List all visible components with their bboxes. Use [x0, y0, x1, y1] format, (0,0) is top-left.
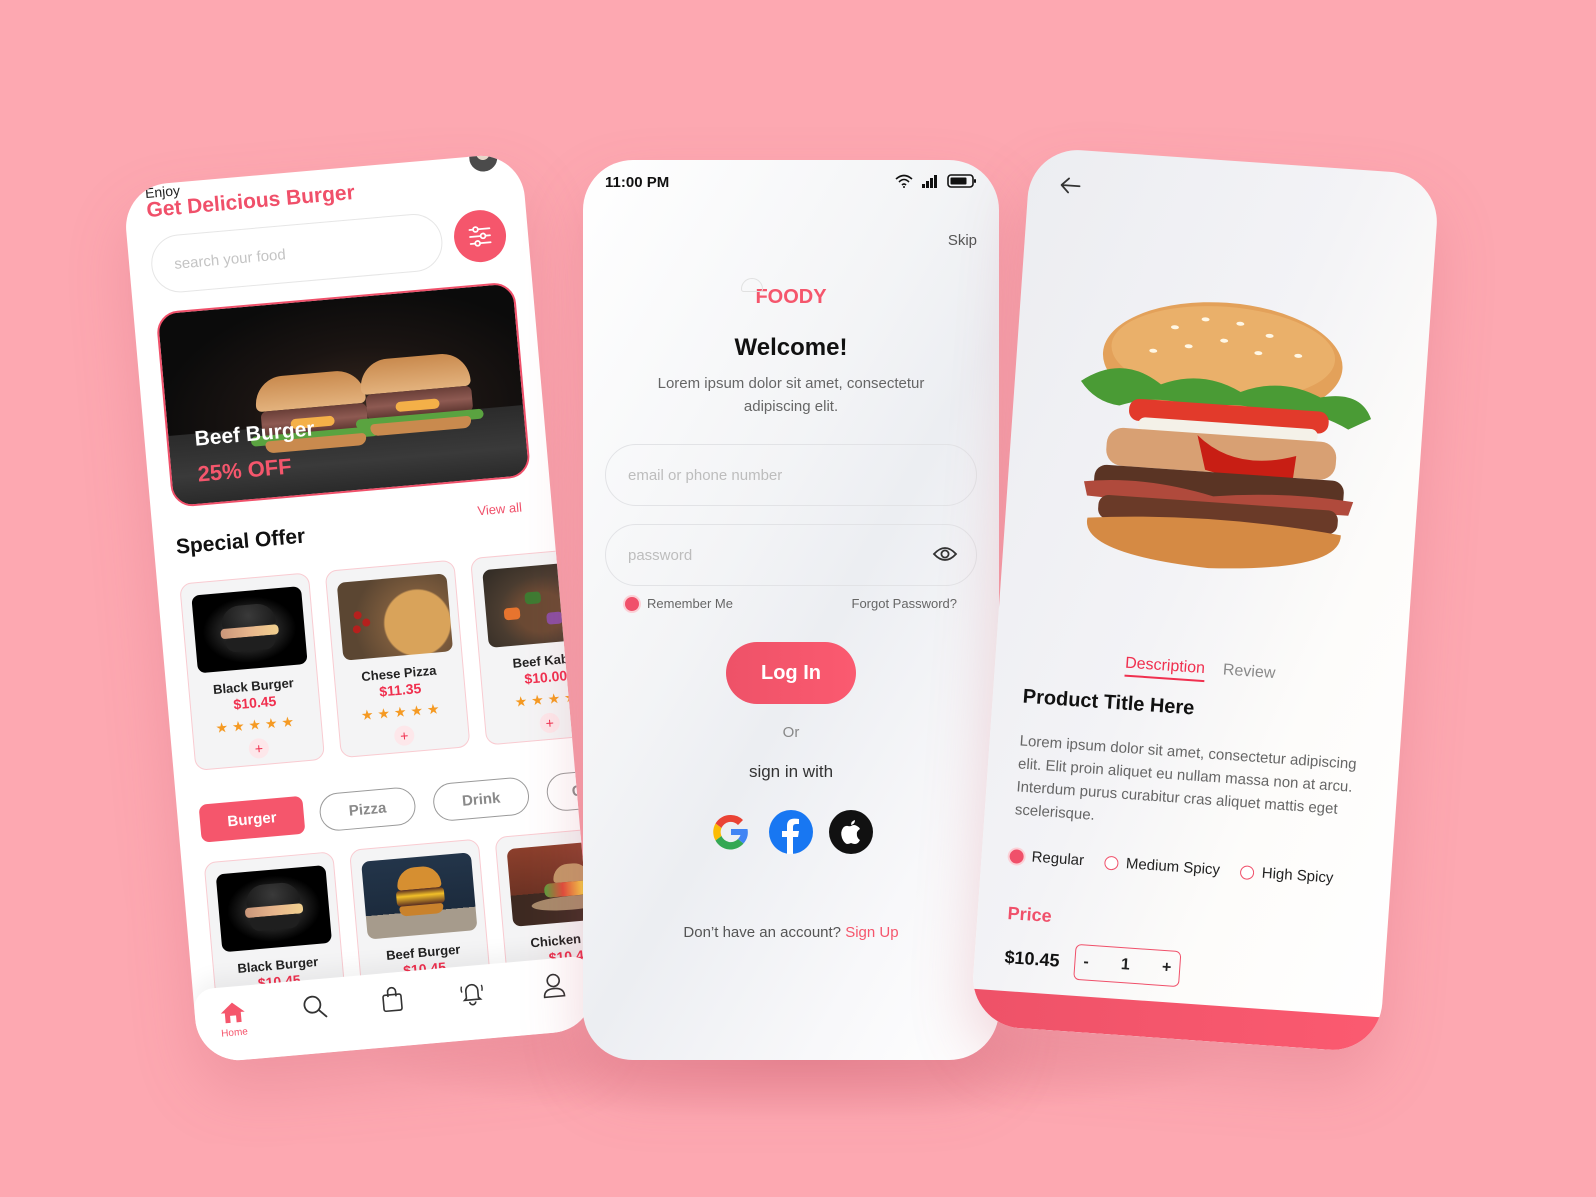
password-placeholder: password: [628, 546, 693, 564]
price-label: Price: [1006, 903, 1053, 927]
promo-banner[interactable]: Beef Burger 25% OFF: [155, 281, 532, 508]
nav-notifications[interactable]: [451, 978, 494, 1012]
status-icons: [895, 174, 977, 188]
view-all-link[interactable]: View all: [477, 500, 523, 519]
login-screen: 11:00 PM Skip FOODY Welcome! Lorem ipsum…: [583, 160, 999, 1060]
category-chip-pizza[interactable]: Pizza: [318, 785, 418, 833]
facebook-icon: [782, 818, 799, 854]
option-label: High Spicy: [1261, 864, 1334, 887]
radio-unselected[interactable]: [1239, 864, 1255, 880]
product-image: [1080, 302, 1372, 569]
password-field[interactable]: password: [605, 524, 977, 586]
special-offer-heading: Special Offer: [175, 524, 307, 559]
food-image: [336, 573, 454, 661]
sliders-icon: [468, 226, 492, 247]
category-chip-burger[interactable]: Burger: [198, 795, 306, 843]
google-icon: [713, 814, 748, 850]
product-description: Lorem ipsum dolor sit amet, consectetur …: [1014, 732, 1358, 824]
increment-button[interactable]: +: [1161, 959, 1172, 978]
welcome-description: Lorem ipsum dolor sit amet, consectetur …: [657, 375, 925, 415]
email-placeholder: email or phone number: [628, 466, 783, 484]
nav-home-label: Home: [220, 1026, 249, 1040]
option-label: Medium Spicy: [1125, 855, 1221, 879]
nav-home[interactable]: Home: [212, 999, 255, 1040]
nav-profile[interactable]: [533, 971, 576, 1005]
welcome-heading: Welcome!: [734, 334, 848, 361]
quantity-stepper[interactable]: - 1 +: [1073, 943, 1182, 988]
search-icon: [303, 995, 328, 1018]
back-arrow-icon[interactable]: [1058, 175, 1083, 197]
home-icon: [220, 1002, 245, 1024]
add-button[interactable]: +: [248, 737, 270, 760]
search-placeholder: search your food: [173, 245, 287, 273]
search-input[interactable]: search your food: [148, 211, 445, 295]
eye-icon[interactable]: [932, 543, 958, 565]
food-image: [482, 560, 598, 648]
sign-in-with-label: sign in with: [748, 762, 834, 781]
offer-card[interactable]: Black Burger $10.45 ★★★★★ +: [179, 572, 326, 771]
facebook-button[interactable]: [769, 810, 813, 854]
battery-icon: [947, 174, 976, 188]
food-image: [215, 865, 333, 953]
logo-text: FOODY: [741, 278, 827, 309]
tab-description[interactable]: Description: [1124, 654, 1206, 683]
wifi-icon: [895, 174, 913, 188]
star-rating: ★★★★★: [214, 712, 299, 737]
add-button[interactable]: +: [393, 724, 416, 747]
email-field[interactable]: email or phone number: [605, 444, 977, 506]
remember-radio[interactable]: [625, 596, 639, 611]
skip-button[interactable]: Skip: [948, 232, 977, 249]
remember-me-checkbox[interactable]: Remember Me: [625, 596, 733, 611]
signal-icon: [922, 175, 937, 188]
nav-cart[interactable]: [371, 985, 414, 1019]
status-time: 11:00 PM: [605, 174, 670, 191]
food-image: [191, 586, 308, 674]
forgot-password-link[interactable]: Forgot Password?: [852, 596, 958, 611]
option-label: Regular: [1031, 848, 1085, 870]
logo-label: FOODY: [755, 286, 827, 308]
offer-card[interactable]: Chese Pizza $11.35 ★★★★★ +: [324, 559, 471, 759]
apple-button[interactable]: [829, 810, 873, 854]
decrement-button[interactable]: -: [1083, 953, 1090, 971]
star-rating: ★★★★★: [360, 700, 445, 724]
nav-search[interactable]: [293, 992, 336, 1026]
option-medium-spicy[interactable]: Medium Spicy: [1103, 854, 1221, 879]
signup-prompt: Don’t have an account? Sign Up: [583, 924, 999, 941]
logo: FOODY: [583, 278, 999, 309]
sign-up-link[interactable]: Sign Up: [845, 924, 898, 941]
option-regular[interactable]: Regular: [1009, 847, 1085, 869]
remember-label: Remember Me: [647, 596, 733, 611]
login-button[interactable]: Log In: [726, 642, 856, 704]
home-screen: Enjoy Get Delicious Burger search your f…: [122, 152, 598, 1064]
product-screen: Description Review Product Title Here Lo…: [969, 146, 1441, 1054]
food-image: [361, 852, 478, 940]
product-title: Product Title Here: [1022, 685, 1196, 720]
offer-card[interactable]: Beef Kaba $10.00 ★★★★ +: [470, 546, 598, 746]
product-price: $10.45: [1003, 946, 1061, 971]
bell-icon: [460, 983, 483, 1006]
no-account-text: Don’t have an account?: [683, 924, 842, 941]
banner-burger-image: [355, 351, 484, 441]
avatar[interactable]: [465, 152, 501, 175]
add-button[interactable]: +: [538, 712, 561, 734]
user-icon: [543, 973, 566, 999]
option-high-spicy[interactable]: High Spicy: [1239, 863, 1334, 887]
spice-options: Regular Medium Spicy High Spicy: [1009, 847, 1334, 887]
burger-logo-icon: [741, 278, 764, 292]
or-divider: Or: [782, 724, 800, 741]
quantity-value: 1: [1120, 956, 1131, 974]
star-rating: ★★★★: [513, 688, 582, 710]
shopping-bag-icon: [382, 986, 403, 1013]
social-login: [583, 810, 999, 854]
google-button[interactable]: [709, 810, 753, 854]
category-chip-drink[interactable]: Drink: [431, 776, 531, 823]
radio-unselected[interactable]: [1103, 855, 1119, 871]
apple-icon: [841, 820, 860, 844]
filter-button[interactable]: [451, 207, 509, 265]
tab-review[interactable]: Review: [1222, 661, 1276, 687]
radio-selected[interactable]: [1009, 848, 1025, 864]
